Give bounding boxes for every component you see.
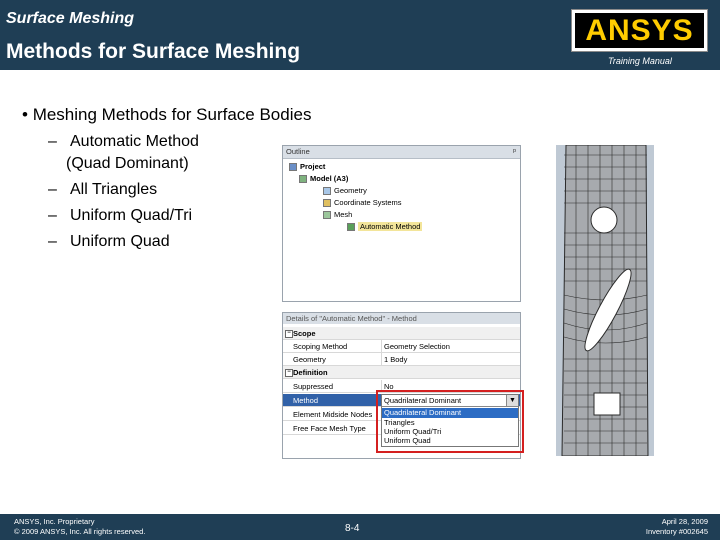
method-select-field[interactable]: Quadrilateral Dominant ▼ bbox=[382, 395, 518, 407]
dropdown-arrow-icon[interactable]: ▼ bbox=[506, 395, 518, 406]
project-icon bbox=[289, 163, 297, 172]
title-bar: Surface Meshing Methods for Surface Mesh… bbox=[0, 0, 720, 70]
coordinate-systems-icon bbox=[323, 199, 331, 208]
footer-copyright: ANSYS, Inc. Proprietary © 2009 ANSYS, In… bbox=[14, 517, 146, 536]
sub-item-uniform-quad-tri: – Uniform Quad/Tri bbox=[48, 207, 193, 224]
group-scope[interactable]: − Scope bbox=[283, 327, 520, 340]
geometry-icon bbox=[323, 187, 331, 196]
bullet-dot: • bbox=[22, 105, 28, 124]
tree-item-geometry[interactable]: Geometry bbox=[323, 185, 367, 196]
pin-icon[interactable]: ᵖ bbox=[513, 147, 516, 156]
row-geometry[interactable]: Geometry 1 Body bbox=[283, 353, 520, 366]
ansys-logo: ANSYS bbox=[571, 9, 708, 52]
method-dropdown[interactable]: Quadrilateral Dominant ▼ Quadrilateral D… bbox=[381, 394, 519, 447]
group-definition[interactable]: − Definition bbox=[283, 366, 520, 379]
tree-item-model[interactable]: Model (A3) bbox=[299, 173, 348, 184]
main-bullet: • Meshing Methods for Surface Bodies bbox=[22, 105, 311, 125]
option-quad-dominant[interactable]: Quadrilateral Dominant bbox=[382, 408, 518, 418]
sub-item-automatic-cont: (Quad Dominant) bbox=[66, 155, 189, 172]
tree-item-automatic-method[interactable]: Automatic Method bbox=[347, 221, 423, 232]
logo-text: ANSYS bbox=[575, 13, 704, 48]
outline-title: Outline bbox=[283, 146, 520, 159]
tree-item-coordinate-systems[interactable]: Coordinate Systems bbox=[323, 197, 402, 208]
tree-item-project[interactable]: Project bbox=[289, 161, 325, 172]
slide-title: Methods for Surface Meshing bbox=[6, 40, 301, 63]
option-uniform-quad[interactable]: Uniform Quad bbox=[382, 436, 518, 446]
model-icon bbox=[299, 175, 307, 184]
bullet-text: Meshing Methods for Surface Bodies bbox=[32, 105, 312, 124]
mesh-icon bbox=[323, 211, 331, 220]
method-check-icon bbox=[347, 223, 355, 232]
row-scoping-method[interactable]: Scoping Method Geometry Selection bbox=[283, 340, 520, 353]
page-number: 8-4 bbox=[345, 523, 360, 534]
row-suppressed[interactable]: Suppressed No bbox=[283, 380, 520, 393]
collapse-icon[interactable]: − bbox=[285, 330, 293, 338]
mesh-graphic bbox=[556, 144, 654, 457]
sub-item-triangles: – All Triangles bbox=[48, 181, 158, 198]
footer-bar: ANSYS, Inc. Proprietary © 2009 ANSYS, In… bbox=[0, 514, 720, 540]
details-title: Details of "Automatic Method" - Method bbox=[283, 313, 520, 324]
collapse-icon[interactable]: − bbox=[285, 369, 293, 377]
sub-item-uniform-quad: – Uniform Quad bbox=[48, 233, 170, 250]
sub-item-automatic: – Automatic Method bbox=[48, 133, 199, 150]
footer-date-inventory: April 28, 2009 Inventory #002645 bbox=[645, 517, 708, 536]
outline-panel: Outline ᵖ Project Model (A3) Geometry Co… bbox=[282, 145, 521, 302]
section-subtitle: Surface Meshing bbox=[6, 10, 135, 27]
tree-item-mesh[interactable]: Mesh bbox=[323, 209, 352, 220]
mesh-image bbox=[556, 144, 654, 457]
training-manual-label: Training Manual bbox=[608, 56, 672, 66]
